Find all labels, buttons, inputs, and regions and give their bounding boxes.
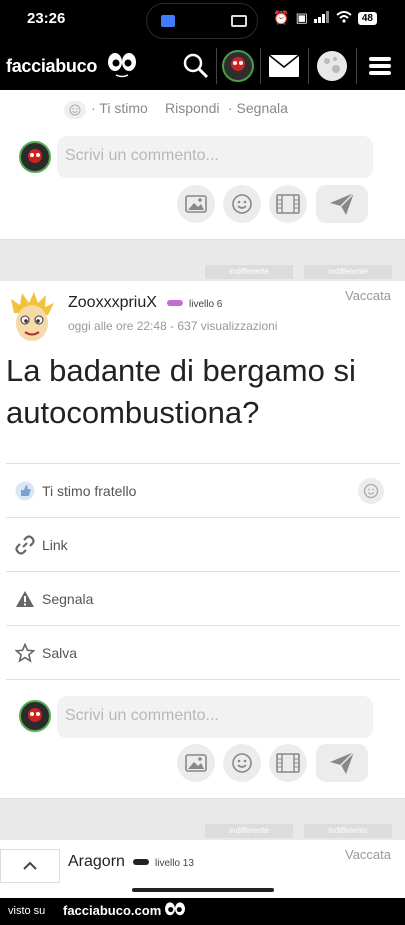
thumbs-up-icon [14, 480, 36, 502]
vaccata-link[interactable]: Vaccata [345, 847, 391, 862]
link-label: Link [42, 537, 68, 553]
footer-brand: facciabuco.com [63, 903, 162, 918]
dynamic-island [146, 3, 258, 39]
post-title: La badante di bergamo si autocombustiona… [6, 353, 356, 430]
status-time: 23:26 [27, 10, 66, 27]
message-icon: ▣ [295, 10, 308, 25]
emoji-icon[interactable] [223, 185, 261, 223]
brand-logo-text[interactable]: facciabuco [6, 56, 97, 77]
tag-pill: indifferente [205, 824, 293, 838]
home-indicator [132, 888, 274, 892]
rispondi-link[interactable]: Rispondi [165, 100, 219, 116]
comment-input[interactable]: Scrivi un commento... [57, 136, 373, 178]
alarm-icon: ⏰ [273, 10, 290, 25]
send-button[interactable] [316, 744, 368, 782]
chevron-up-icon [23, 861, 37, 870]
warning-icon [14, 588, 36, 610]
scroll-top-button[interactable] [0, 849, 60, 883]
screen-record-icon [161, 15, 175, 27]
ti-stimo-link[interactable]: · Ti stimo [91, 100, 148, 116]
tag-pill: indifferente [205, 265, 293, 279]
post-level: livello 6 [189, 299, 223, 310]
cast-icon [231, 15, 247, 27]
app-header: facciabuco [0, 42, 405, 90]
tag-pill: indifferente [304, 824, 392, 838]
brand-eyes-icon [108, 53, 136, 78]
commenter-avatar [19, 141, 51, 173]
emoji-icon[interactable] [223, 744, 261, 782]
menu-icon[interactable] [360, 46, 400, 86]
mail-icon[interactable] [264, 46, 304, 86]
report-action[interactable]: Segnala [6, 573, 400, 625]
wifi-icon [336, 10, 352, 26]
image-upload-icon[interactable] [177, 185, 215, 223]
image-upload-icon[interactable] [177, 744, 215, 782]
smiley-icon[interactable] [64, 101, 86, 119]
star-icon [14, 642, 36, 664]
post-author-avatar[interactable] [8, 291, 56, 345]
status-icons: ⏰ ▣ 48 [273, 10, 377, 26]
post-level: livello 13 [155, 858, 194, 869]
post-username[interactable]: Aragorn [68, 853, 125, 871]
level-badge [167, 300, 183, 306]
reaction-smiley-icon[interactable] [358, 478, 384, 504]
level-badge [133, 859, 149, 865]
commenter-avatar [19, 700, 51, 732]
battery-indicator: 48 [357, 11, 377, 25]
post-meta: oggi alle ore 22:48 - 637 visualizzazion… [68, 319, 278, 333]
video-icon[interactable] [269, 744, 307, 782]
video-icon[interactable] [269, 185, 307, 223]
status-bar: 23:26 ⏰ ▣ 48 [0, 0, 405, 42]
like-action[interactable]: Ti stimo fratello [6, 465, 400, 517]
save-action[interactable]: Salva [6, 627, 400, 679]
footer-visto-text: visto su [8, 905, 46, 917]
like-label: Ti stimo fratello [42, 483, 137, 499]
moon-icon[interactable] [312, 46, 352, 86]
vaccata-link[interactable]: Vaccata [345, 288, 391, 303]
send-button[interactable] [316, 185, 368, 223]
user-avatar[interactable] [218, 46, 258, 86]
post-username[interactable]: ZooxxxpriuX [68, 294, 157, 312]
comment-input[interactable]: Scrivi un commento... [57, 696, 373, 738]
save-label: Salva [42, 645, 78, 661]
search-icon[interactable] [176, 46, 216, 86]
link-icon [14, 534, 36, 556]
link-action[interactable]: Link [6, 519, 400, 571]
brand-eyes-icon [165, 902, 185, 916]
segnala-link[interactable]: · Segnala [228, 100, 288, 116]
signal-icon [313, 10, 330, 26]
report-label: Segnala [42, 591, 94, 607]
footer-banner: visto su facciabuco.com [0, 898, 405, 925]
tag-pill: indifferente [304, 265, 392, 279]
